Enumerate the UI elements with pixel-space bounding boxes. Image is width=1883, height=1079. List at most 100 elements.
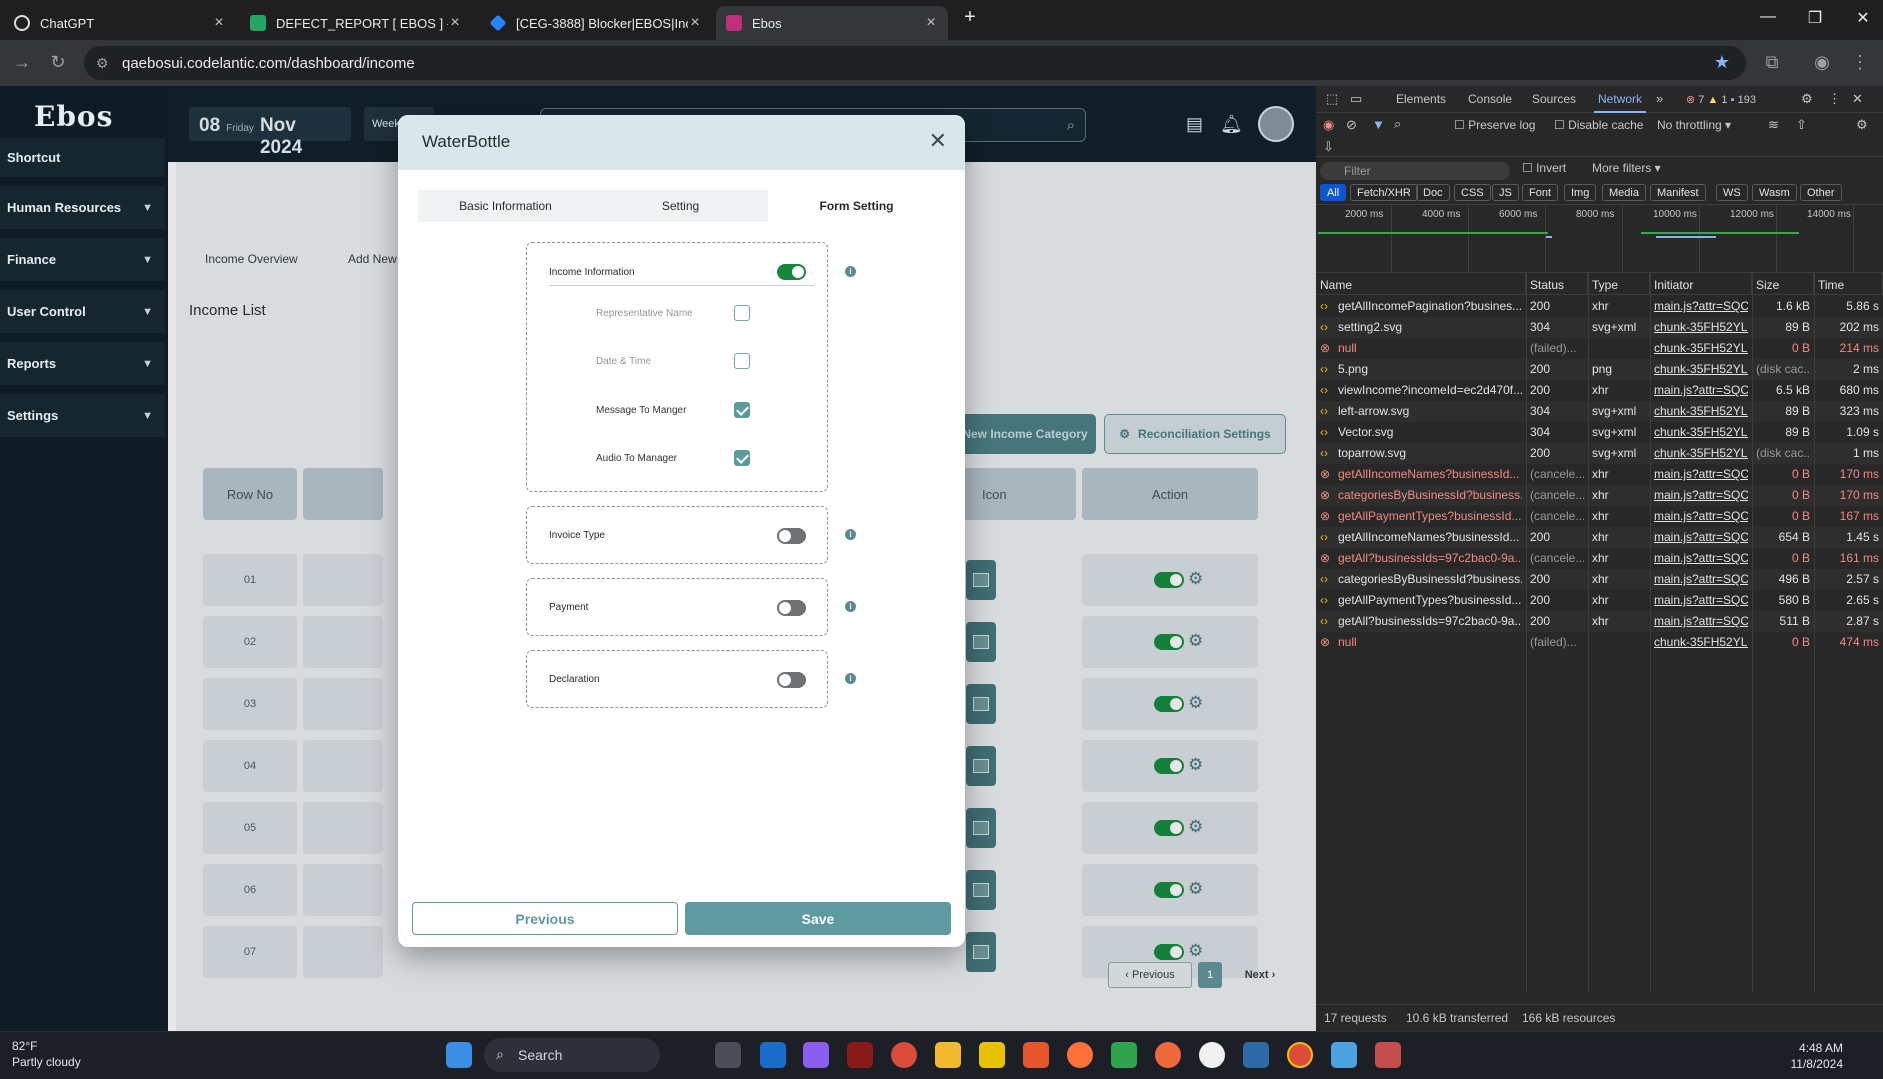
- filter-chip-js[interactable]: JS: [1492, 184, 1519, 201]
- network-request-row[interactable]: ⊗ getAll?businessIds=97c2bac0-9a... (cance…: [1316, 548, 1883, 569]
- browser-menu-icon[interactable]: ⋮: [1848, 52, 1872, 73]
- more-tabs-icon[interactable]: »: [1656, 91, 1663, 106]
- network-request-row[interactable]: ‹› toparrow.svg 200 svg+xml chunk-35FH52YL.j…: [1316, 443, 1883, 464]
- close-tab-icon[interactable]: ×: [924, 14, 938, 32]
- devtools-tab-sources[interactable]: Sources: [1532, 92, 1576, 106]
- network-request-row[interactable]: ‹› setting2.svg 304 svg+xml chunk-35FH52YL.j…: [1316, 317, 1883, 338]
- mysql-workbench-icon[interactable]: [1243, 1042, 1269, 1068]
- taskbar-search[interactable]: ⌕ Search: [484, 1038, 660, 1072]
- network-request-row[interactable]: ⊗ getAllIncomeNames?businessId... (cancele…: [1316, 464, 1883, 485]
- network-column-size[interactable]: Size: [1752, 273, 1814, 295]
- income-information-toggle[interactable]: [777, 264, 806, 280]
- browser-tab-ebos[interactable]: Ebos ×: [716, 6, 948, 40]
- devtools-tab-elements[interactable]: Elements: [1396, 92, 1446, 106]
- network-request-row[interactable]: ⊗ getAllPaymentTypes?businessId... (cancel…: [1316, 506, 1883, 527]
- network-settings-icon[interactable]: ⚙: [1856, 117, 1868, 133]
- network-request-row[interactable]: ‹› 5.png 200 png chunk-35FH52YL.js (disk cac.…: [1316, 359, 1883, 380]
- more-filters-dropdown[interactable]: More filters ▾: [1592, 161, 1661, 175]
- url-field[interactable]: ⚙ qaebosui.codelantic.com/dashboard/inco…: [84, 46, 1746, 80]
- request-initiator[interactable]: main.js?attr=SQC5l: [1654, 299, 1748, 313]
- date-time-checkbox[interactable]: [734, 353, 750, 369]
- network-request-row[interactable]: ‹› Vector.svg 304 svg+xml chunk-35FH52YL.js 8…: [1316, 422, 1883, 443]
- task-view-icon[interactable]: [715, 1042, 741, 1068]
- snipping-tool-icon[interactable]: [1375, 1042, 1401, 1068]
- restore-window-button[interactable]: ❐: [1800, 8, 1830, 28]
- request-initiator[interactable]: main.js?attr=SQC5l: [1654, 551, 1748, 565]
- browser-tab-chatgpt[interactable]: ChatGPT ×: [4, 6, 236, 40]
- devtools-tab-console[interactable]: Console: [1468, 92, 1512, 106]
- request-initiator[interactable]: main.js?attr=SQC5l: [1654, 572, 1748, 586]
- audio-to-manager-checkbox[interactable]: [734, 450, 750, 466]
- date-display[interactable]: 08 Friday Nov 2024: [189, 107, 351, 158]
- notepad-icon[interactable]: [1331, 1042, 1357, 1068]
- settings-gear-icon[interactable]: ⚙: [1801, 91, 1813, 107]
- request-initiator[interactable]: chunk-35FH52YL.js: [1654, 446, 1748, 460]
- network-request-row[interactable]: ‹› getAllIncomePagination?busines... 200 xh…: [1316, 296, 1883, 317]
- filter-chip-font[interactable]: Font: [1522, 184, 1559, 201]
- notification-bell-icon[interactable]: 🔔︎: [1220, 114, 1243, 135]
- request-initiator[interactable]: chunk-35FH52YL.js: [1654, 404, 1748, 418]
- network-request-row[interactable]: ‹› categoriesByBusinessId?business... 200 x…: [1316, 569, 1883, 590]
- firefox-icon[interactable]: [1067, 1042, 1093, 1068]
- weather-widget[interactable]: 82°F Partly cloudy: [12, 1038, 81, 1070]
- network-column-initiator[interactable]: Initiator: [1650, 273, 1752, 295]
- preserve-log-checkbox[interactable]: ☐ Preserve log: [1454, 118, 1535, 132]
- postman-icon[interactable]: [1155, 1042, 1181, 1068]
- chat-icon[interactable]: ▤: [1186, 114, 1203, 135]
- error-count[interactable]: ⊗ 7 ▲ 1 ▪ 193: [1686, 93, 1756, 106]
- chat-app-icon[interactable]: [1111, 1042, 1137, 1068]
- tab-form-setting[interactable]: Form Setting: [768, 190, 945, 222]
- declaration-toggle[interactable]: [777, 672, 806, 688]
- network-filter-input[interactable]: Filter: [1320, 162, 1510, 180]
- info-icon[interactable]: i: [845, 673, 856, 684]
- network-request-row[interactable]: ‹› getAllIncomeNames?businessId... 200 xhr m…: [1316, 527, 1883, 548]
- brave-icon[interactable]: [1023, 1042, 1049, 1068]
- request-initiator[interactable]: chunk-35FH52YL.js: [1654, 341, 1748, 355]
- filter-chip-media[interactable]: Media: [1602, 184, 1646, 201]
- search-icon[interactable]: ⌕: [1394, 116, 1401, 132]
- browser-tab-jira[interactable]: [CEG-3888] Blocker|EBOS|Incom ×: [480, 6, 712, 40]
- system-clock[interactable]: 4:48 AM 11/8/2024: [1791, 1040, 1844, 1072]
- close-tab-icon[interactable]: ×: [212, 14, 226, 32]
- chrome-active-icon[interactable]: [1287, 1042, 1313, 1068]
- devtools-menu-icon[interactable]: ⋮: [1828, 91, 1841, 107]
- device-toolbar-icon[interactable]: ▭: [1350, 91, 1362, 107]
- forward-icon[interactable]: →: [10, 52, 34, 73]
- request-initiator[interactable]: main.js?attr=SQC5l: [1654, 488, 1748, 502]
- network-request-row[interactable]: ‹› getAllPaymentTypes?businessId... 200 xhr…: [1316, 590, 1883, 611]
- network-request-row[interactable]: ⊗ null (failed)... chunk-35FH52YL.js 0 B 474 …: [1316, 632, 1883, 653]
- request-initiator[interactable]: main.js?attr=SQC5l: [1654, 593, 1748, 607]
- request-initiator[interactable]: chunk-35FH52YL.js: [1654, 320, 1748, 334]
- minimize-window-button[interactable]: —: [1753, 8, 1783, 26]
- devtools-tab-network[interactable]: Network: [1593, 92, 1647, 113]
- network-request-row[interactable]: ‹› viewIncome?incomeId=ec2d470f... 200 xhr m…: [1316, 380, 1883, 401]
- request-initiator[interactable]: chunk-35FH52YL.js: [1654, 425, 1748, 439]
- record-icon[interactable]: ◉: [1323, 117, 1334, 133]
- network-column-time[interactable]: Time: [1814, 273, 1883, 295]
- windows-start-icon[interactable]: [446, 1042, 472, 1068]
- clear-icon[interactable]: ⊘: [1346, 117, 1357, 133]
- payment-toggle[interactable]: [777, 600, 806, 616]
- request-initiator[interactable]: main.js?attr=SQC5l: [1654, 614, 1748, 628]
- request-initiator[interactable]: main.js?attr=SQC5l: [1654, 383, 1748, 397]
- user-avatar[interactable]: [1258, 106, 1294, 142]
- site-info-icon[interactable]: ⚙: [96, 55, 112, 71]
- browser-tab-defect-report[interactable]: DEFECT_REPORT [ EBOS ] - Goo ×: [240, 6, 472, 40]
- request-initiator[interactable]: main.js?attr=SQC5l: [1654, 467, 1748, 481]
- outlook-icon[interactable]: [760, 1042, 786, 1068]
- filter-chip-css[interactable]: CSS: [1454, 184, 1491, 201]
- request-initiator[interactable]: chunk-35FH52YL.js: [1654, 362, 1748, 376]
- representative-name-checkbox[interactable]: [734, 305, 750, 321]
- close-tab-icon[interactable]: ×: [688, 14, 702, 32]
- close-devtools-icon[interactable]: ✕: [1852, 91, 1863, 107]
- network-column-name[interactable]: Name: [1316, 273, 1526, 295]
- filter-chip-fetch-xhr[interactable]: Fetch/XHR: [1350, 184, 1418, 201]
- github-icon[interactable]: [1199, 1042, 1225, 1068]
- network-request-row[interactable]: ‹› getAll?businessIds=97c2bac0-9a... 200 xh…: [1316, 611, 1883, 632]
- close-window-button[interactable]: ✕: [1848, 8, 1878, 28]
- info-icon[interactable]: i: [845, 601, 856, 612]
- recorder-icon[interactable]: [847, 1042, 873, 1068]
- throttling-select[interactable]: No throttling ▾: [1657, 118, 1731, 132]
- extensions-icon[interactable]: ⧉: [1760, 52, 1784, 73]
- invoice-type-toggle[interactable]: [777, 528, 806, 544]
